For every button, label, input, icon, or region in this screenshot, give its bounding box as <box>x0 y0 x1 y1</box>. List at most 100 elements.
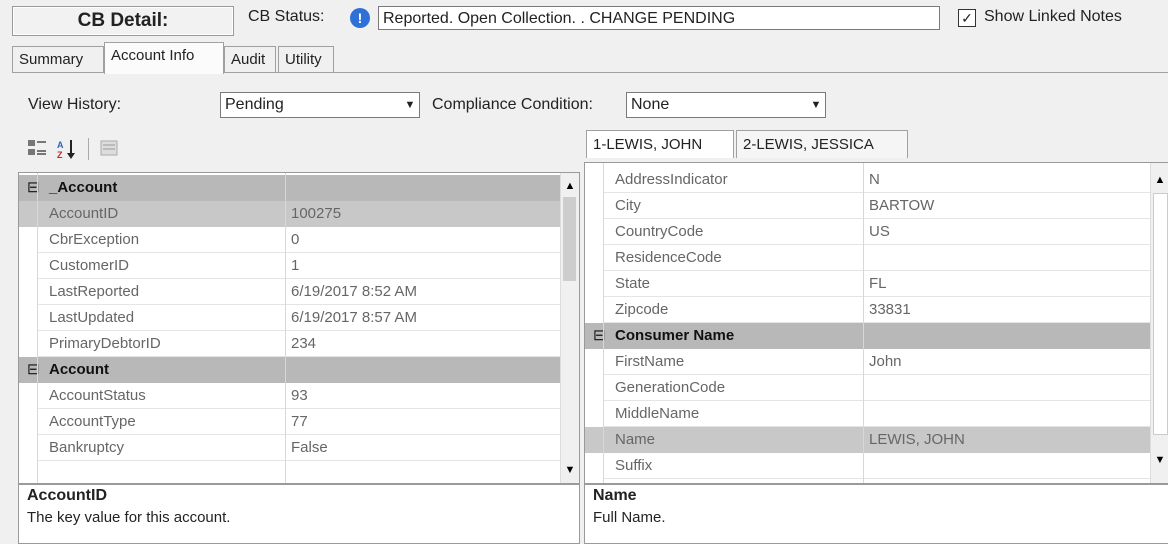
property-row[interactable]: Suffix <box>585 453 1150 479</box>
dropdown-arrow-icon[interactable]: ▼ <box>807 93 825 117</box>
property-value[interactable]: 234 <box>291 331 316 357</box>
scroll-thumb[interactable] <box>1153 193 1168 435</box>
property-value[interactable]: 93 <box>291 383 308 409</box>
tab-utility[interactable]: Utility <box>278 46 334 72</box>
property-value[interactable]: FL <box>869 271 887 297</box>
view-history-value: Pending <box>225 96 284 113</box>
property-name: AccountStatus <box>49 387 146 404</box>
property-name: Suffix <box>615 457 653 474</box>
property-row[interactable]: Bankruptcy False <box>19 435 560 461</box>
right-scrollbar[interactable]: ▲ ▼ <box>1150 163 1168 483</box>
property-value[interactable]: 100275 <box>291 201 341 227</box>
category-row[interactable]: ⊟ _Account <box>19 175 560 201</box>
property-row[interactable]: State FL <box>585 271 1150 297</box>
grid-margin-line <box>37 173 38 483</box>
property-value[interactable]: 1 <box>291 253 299 279</box>
property-row[interactable]: AccountStatus 93 <box>19 383 560 409</box>
property-row[interactable]: AccountID 100275 <box>19 201 560 227</box>
property-row[interactable]: Name LEWIS, JOHN <box>585 427 1150 453</box>
property-pages-icon[interactable] <box>98 138 120 160</box>
property-value[interactable]: 77 <box>291 409 308 435</box>
left-description-text: The key value for this account. <box>27 509 231 526</box>
property-row[interactable]: Zipcode 33831 <box>585 297 1150 323</box>
category-name: _Account <box>49 179 118 196</box>
property-value[interactable]: John <box>869 349 902 375</box>
property-name: GenerationCode <box>615 379 726 396</box>
grid-column-divider <box>863 163 864 483</box>
tab-person-1[interactable]: 1-LEWIS, JOHN <box>586 130 734 158</box>
cb-status-label: CB Status: <box>248 8 325 25</box>
property-row[interactable]: LastUpdated 6/19/2017 8:57 AM <box>19 305 560 331</box>
property-value[interactable]: 6/19/2017 8:57 AM <box>291 305 417 331</box>
property-value[interactable]: LEWIS, JOHN <box>869 427 965 453</box>
property-row[interactable]: CountryCode US <box>585 219 1150 245</box>
scroll-down-icon[interactable]: ▼ <box>1151 451 1168 469</box>
scroll-up-icon[interactable]: ▲ <box>561 177 579 195</box>
property-name: LastReported <box>49 283 140 300</box>
property-name: CbrException <box>49 231 140 248</box>
property-name: Name <box>615 431 656 448</box>
left-scrollbar[interactable]: ▲ ▼ <box>560 173 579 483</box>
property-value[interactable]: False <box>291 435 328 461</box>
property-name: City <box>615 197 641 214</box>
property-name: LastUpdated <box>49 309 135 326</box>
az-sort-icon[interactable]: AZ <box>56 138 78 160</box>
property-value[interactable]: 0 <box>291 227 299 253</box>
tab-person-2[interactable]: 2-LEWIS, JESSICA <box>736 130 908 158</box>
view-history-label: View History: <box>28 96 122 113</box>
grid-margin-line <box>603 163 604 483</box>
grid-column-divider <box>285 173 286 483</box>
property-row[interactable]: PrimaryDebtorID 234 <box>19 331 560 357</box>
property-value[interactable]: 6/19/2017 8:52 AM <box>291 279 417 305</box>
show-linked-notes-checkbox[interactable]: ✓ <box>958 9 976 27</box>
property-value[interactable]: US <box>869 219 890 245</box>
compliance-condition-select[interactable]: None ▼ <box>626 92 826 118</box>
property-name: FirstName <box>615 353 685 370</box>
property-value[interactable]: N <box>869 167 880 193</box>
property-row[interactable]: ResidenceCode <box>585 245 1150 271</box>
right-description-panel: Name Full Name. <box>584 484 1168 544</box>
property-row[interactable]: FirstName John <box>585 349 1150 375</box>
info-icon: ! <box>350 8 370 28</box>
right-description-text: Full Name. <box>593 509 666 526</box>
property-name: AccountID <box>49 205 119 222</box>
property-name: Zipcode <box>615 301 669 318</box>
property-name: CountryCode <box>615 223 704 240</box>
left-description-panel: AccountID The key value for this account… <box>18 484 580 544</box>
property-row[interactable]: LastReported 6/19/2017 8:52 AM <box>19 279 560 305</box>
property-row[interactable]: MiddleName <box>585 401 1150 427</box>
property-row[interactable]: AddressIndicator N <box>585 167 1150 193</box>
cb-status-field: Reported. Open Collection. . CHANGE PEND… <box>378 6 940 30</box>
tab-audit[interactable]: Audit <box>224 46 276 72</box>
property-name: PrimaryDebtorID <box>49 335 161 352</box>
category-name: Account <box>49 361 109 378</box>
svg-text:A: A <box>57 140 64 150</box>
show-linked-notes-label: Show Linked Notes <box>984 8 1122 25</box>
property-row[interactable]: GenerationCode <box>585 375 1150 401</box>
view-history-select[interactable]: Pending ▼ <box>220 92 420 118</box>
property-row[interactable]: CustomerID 1 <box>19 253 560 279</box>
property-name: ResidenceCode <box>615 249 722 266</box>
right-description-title: Name <box>593 487 637 504</box>
scroll-up-icon[interactable]: ▲ <box>1151 171 1168 189</box>
left-description-title: AccountID <box>27 487 107 504</box>
property-row[interactable]: CbrException 0 <box>19 227 560 253</box>
property-name: MiddleName <box>615 405 700 422</box>
tab-summary[interactable]: Summary <box>12 46 104 72</box>
category-row[interactable]: ⊟ Account <box>19 357 560 383</box>
tab-account-info[interactable]: Account Info <box>104 42 224 74</box>
scroll-down-icon[interactable]: ▼ <box>561 461 579 479</box>
categorized-icon[interactable] <box>26 138 48 160</box>
scroll-thumb[interactable] <box>563 197 576 281</box>
property-row[interactable]: City BARTOW <box>585 193 1150 219</box>
property-value[interactable]: BARTOW <box>869 193 934 219</box>
category-row[interactable]: ⊟ Consumer Name <box>585 323 1150 349</box>
account-property-grid[interactable]: ⊟ _Account AccountID 100275 CbrException 0 Cus… <box>18 172 580 484</box>
property-value[interactable]: 33831 <box>869 297 911 323</box>
compliance-condition-value: None <box>631 96 670 113</box>
consumer-property-grid[interactable]: AddressIndicator N City BARTOW CountryCode US… <box>584 162 1168 484</box>
compliance-condition-label: Compliance Condition: <box>432 96 593 113</box>
property-row[interactable]: AccountType 77 <box>19 409 560 435</box>
cb-detail-button[interactable]: CB Detail: <box>12 6 234 36</box>
dropdown-arrow-icon[interactable]: ▼ <box>401 93 419 117</box>
